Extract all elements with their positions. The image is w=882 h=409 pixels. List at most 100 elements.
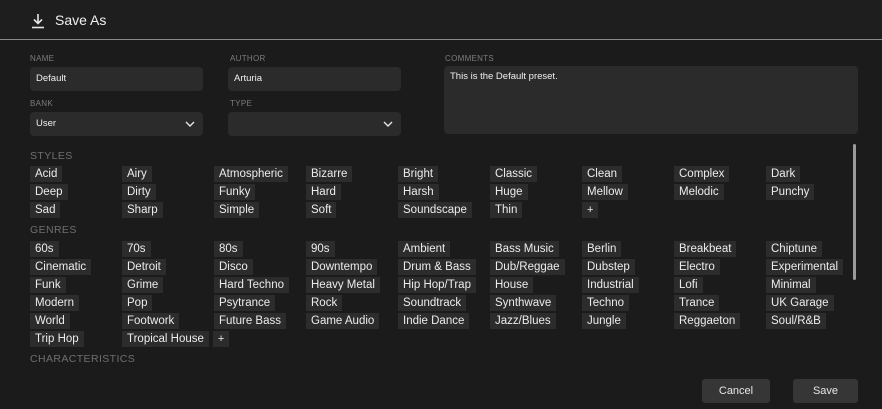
tag-chip[interactable]: Funk	[30, 277, 66, 293]
tag-chip[interactable]: UK Garage	[766, 295, 834, 311]
tag-chip[interactable]: Complex	[674, 166, 730, 182]
tag-chip[interactable]: Indie Dance	[398, 313, 470, 329]
tag-cell: Sad	[30, 201, 122, 219]
tag-chip[interactable]: Breakbeat	[674, 241, 737, 257]
tag-chip[interactable]: Atmospheric	[214, 166, 288, 182]
tag-chip[interactable]: Hip Hop/Trap	[398, 277, 476, 293]
tag-chip[interactable]: Dark	[766, 166, 801, 182]
tag-chip[interactable]: Hard	[306, 184, 341, 200]
tag-chip[interactable]: Huge	[490, 184, 528, 200]
tag-cell: Bright	[398, 165, 490, 183]
tag-chip[interactable]: World	[30, 313, 70, 329]
tag-chip[interactable]: Berlin	[582, 241, 622, 257]
tag-chip[interactable]: Acid	[30, 166, 63, 182]
tag-chip[interactable]: 60s	[30, 241, 59, 257]
tag-chip[interactable]: Psytrance	[214, 295, 276, 311]
tag-chip[interactable]: Harsh	[398, 184, 439, 200]
tag-chip[interactable]: Soundtrack	[398, 295, 467, 311]
tag-cell: Soundscape	[398, 201, 490, 219]
tag-chip[interactable]: Drum & Bass	[398, 259, 476, 275]
tag-cell: Techno	[582, 294, 674, 312]
tag-chip[interactable]: Cinematic	[30, 259, 92, 275]
tag-chip[interactable]: Experimental	[766, 259, 844, 275]
tag-chip[interactable]: Footwork	[122, 313, 180, 329]
tag-chip[interactable]: Industrial	[582, 277, 639, 293]
tag-chip[interactable]: Bass Music	[490, 241, 559, 257]
tag-chip[interactable]: Soft	[306, 202, 337, 218]
tag-chip[interactable]: Soundscape	[398, 202, 472, 218]
type-label: TYPE	[230, 99, 253, 108]
bank-dropdown[interactable]: User	[30, 112, 203, 136]
tag-cell: Ambient	[398, 240, 490, 258]
tag-chip[interactable]: Dubstep	[582, 259, 635, 275]
tag-chip[interactable]: Airy	[122, 166, 152, 182]
dialog-title: Save As	[55, 12, 107, 28]
tag-chip[interactable]: Chiptune	[766, 241, 823, 257]
save-button[interactable]: Save	[793, 379, 858, 403]
tag-chip[interactable]: Rock	[306, 295, 343, 311]
tag-chip[interactable]: Minimal	[766, 277, 816, 293]
tag-cell: Cinematic	[30, 258, 122, 276]
tag-cell: Mellow	[582, 183, 674, 201]
tag-chip[interactable]: Bizarre	[306, 166, 353, 182]
tag-chip[interactable]: Future Bass	[214, 313, 286, 329]
cancel-button[interactable]: Cancel	[702, 379, 770, 403]
tag-chip[interactable]: Jazz/Blues	[490, 313, 556, 329]
tag-cell: Lofi	[674, 276, 766, 294]
tag-chip[interactable]: Classic	[490, 166, 538, 182]
chevron-down-icon	[185, 121, 195, 127]
tag-chip[interactable]: Ambient	[398, 241, 451, 257]
tag-chip[interactable]: Lofi	[674, 277, 703, 293]
tag-chip[interactable]: 80s	[214, 241, 243, 257]
tag-chip[interactable]: Downtempo	[306, 259, 378, 275]
comments-field[interactable]: This is the Default preset.	[444, 66, 858, 134]
tag-chip[interactable]: 70s	[122, 241, 151, 257]
tag-chip[interactable]: Detroit	[122, 259, 166, 275]
tag-cell: Complex	[674, 165, 766, 183]
tag-chip[interactable]: Punchy	[766, 184, 815, 200]
name-field[interactable]: Default	[30, 67, 203, 91]
tag-chip[interactable]: 90s	[306, 241, 335, 257]
name-value: Default	[36, 73, 67, 84]
tag-cell: 60s	[30, 240, 122, 258]
tag-chip[interactable]: Thin	[490, 202, 523, 218]
type-dropdown[interactable]	[228, 112, 401, 136]
tag-chip[interactable]: Disco	[214, 259, 253, 275]
tag-chip[interactable]: Trance	[674, 295, 720, 311]
tag-chip[interactable]: Jungle	[582, 313, 626, 329]
chevron-down-icon	[383, 121, 393, 127]
tag-chip[interactable]: Game Audio	[306, 313, 380, 329]
tag-chip[interactable]: Simple	[214, 202, 260, 218]
tag-cell: Soundtrack	[398, 294, 490, 312]
tag-chip[interactable]: Techno	[582, 295, 630, 311]
tag-chip[interactable]: Synthwave	[490, 295, 557, 311]
tag-chip[interactable]: Reggaeton	[674, 313, 741, 329]
tag-chip[interactable]: Pop	[122, 295, 153, 311]
genres-tag-grid: 60s 70s 80s 90s Ambient Bass Music Berlin Break…	[30, 240, 850, 348]
tag-chip[interactable]: Tropical House	[122, 331, 209, 347]
tag-chip[interactable]: Dub/Reggae	[490, 259, 565, 275]
tag-chip[interactable]: Bright	[398, 166, 439, 182]
tag-chip[interactable]: Heavy Metal	[306, 277, 380, 293]
add-tag-button[interactable]: +	[212, 331, 230, 347]
tag-chip[interactable]: Sad	[30, 202, 61, 218]
tag-chip[interactable]: Soul/R&B	[766, 313, 826, 329]
author-field[interactable]: Arturia	[228, 67, 401, 91]
add-tag-button[interactable]: +	[582, 202, 599, 218]
tag-chip[interactable]: Hard Techno	[214, 277, 289, 293]
tag-chip[interactable]: Trip Hop	[30, 331, 84, 347]
tag-chip[interactable]: Grime	[122, 277, 164, 293]
tag-chip[interactable]: Clean	[582, 166, 623, 182]
tag-chip[interactable]: Modern	[30, 295, 79, 311]
tag-chip[interactable]: Melodic	[674, 184, 724, 200]
tag-chip[interactable]: Funky	[214, 184, 256, 200]
tag-cell: Simple	[214, 201, 306, 219]
scrollbar[interactable]	[853, 144, 856, 280]
tag-cell: Soft	[306, 201, 398, 219]
tag-chip[interactable]: Deep	[30, 184, 68, 200]
tag-chip[interactable]: Dirty	[122, 184, 156, 200]
tag-chip[interactable]: Mellow	[582, 184, 628, 200]
tag-chip[interactable]: Electro	[674, 259, 720, 275]
tag-chip[interactable]: House	[490, 277, 534, 293]
tag-chip[interactable]: Sharp	[122, 202, 163, 218]
